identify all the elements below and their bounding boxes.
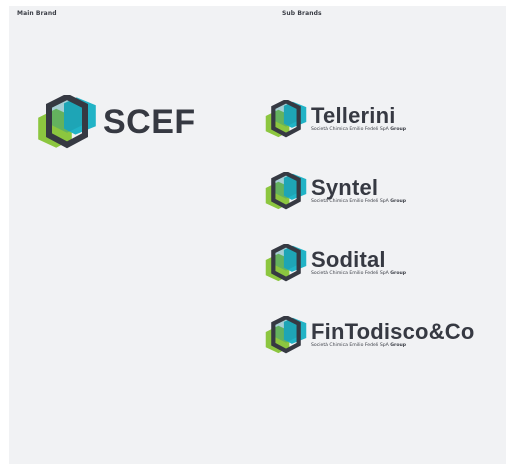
sub-brand-fintodisco: FinTodisco&Co Società Chimica Emilio Fed…	[264, 316, 475, 354]
sub-brand-sodital: Sodital Società Chimica Emilio Fedeli Sp…	[264, 244, 406, 282]
main-brand-label: Main Brand	[17, 10, 57, 17]
hexagon-cube-logo-icon	[265, 316, 307, 354]
sub-brand-syntel: Syntel Società Chimica Emilio Fedeli SpA…	[264, 172, 406, 210]
sub-brand-name: Tellerini	[311, 103, 396, 128]
hexagon-cube-logo-icon	[265, 100, 307, 138]
sub-brand-tagline: Società Chimica Emilio Fedeli SpA Group	[311, 199, 407, 204]
hexagon-cube-logo-icon	[38, 95, 96, 149]
artboard	[9, 6, 506, 464]
hexagon-cube-logo-icon	[265, 244, 307, 282]
main-brand-logo: SCEF	[37, 95, 196, 149]
hexagon-cube-logo-icon	[265, 172, 307, 210]
sub-brands-label: Sub Brands	[282, 10, 322, 17]
sub-brand-name: Syntel	[311, 175, 379, 200]
sub-brand-name: FinTodisco&Co	[311, 319, 475, 344]
sub-brand-name: Sodital	[311, 247, 386, 272]
main-brand-name: SCEF	[103, 102, 196, 141]
sub-brand-tagline: Società Chimica Emilio Fedeli SpA Group	[311, 271, 407, 276]
sub-brand-tagline: Società Chimica Emilio Fedeli SpA Group	[311, 343, 407, 348]
sub-brand-tagline: Società Chimica Emilio Fedeli SpA Group	[311, 127, 407, 132]
sub-brand-tellerini: Tellerini Società Chimica Emilio Fedeli …	[264, 100, 406, 138]
